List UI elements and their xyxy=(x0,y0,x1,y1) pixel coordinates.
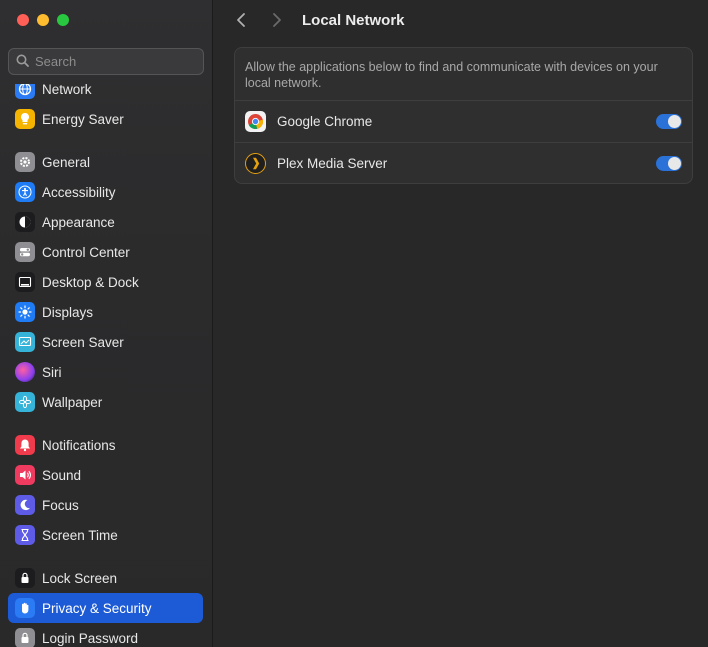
gear-icon xyxy=(15,152,35,172)
lock-icon xyxy=(15,628,35,647)
sidebar-item-label: Screen Saver xyxy=(42,334,124,350)
sidebar-item-screen-saver[interactable]: Screen Saver xyxy=(8,327,203,357)
sidebar-item-label: Accessibility xyxy=(42,184,116,200)
google-chrome-toggle[interactable] xyxy=(656,114,682,129)
forward-button[interactable] xyxy=(266,9,288,31)
app-row-plex-media-server: Plex Media Server xyxy=(235,142,692,184)
sidebar-item-label: Network xyxy=(42,84,92,97)
minimize-window-button[interactable] xyxy=(37,14,49,26)
sidebar-item-label: Login Password xyxy=(42,630,139,646)
sidebar-item-label: Appearance xyxy=(42,214,115,230)
sidebar-item-label: Privacy & Security xyxy=(42,600,152,616)
sidebar-item-label: Notifications xyxy=(42,437,116,453)
speaker-icon xyxy=(15,465,35,485)
sidebar-item-notifications[interactable]: Notifications xyxy=(8,430,203,460)
plex-icon xyxy=(245,153,266,174)
sun-icon xyxy=(15,302,35,322)
sidebar-item-label: Siri xyxy=(42,364,62,380)
search-icon xyxy=(16,54,29,70)
app-row-google-chrome: Google Chrome xyxy=(235,100,692,142)
back-button[interactable] xyxy=(230,9,252,31)
toolbar: Local Network xyxy=(214,8,708,34)
sidebar-item-wallpaper[interactable]: Wallpaper xyxy=(8,387,203,417)
plex-media-server-toggle[interactable] xyxy=(656,156,682,171)
sidebar-item-siri[interactable]: Siri xyxy=(8,357,203,387)
bell-icon xyxy=(15,435,35,455)
sidebar-item-login-password[interactable]: Login Password xyxy=(8,623,203,647)
window-controls xyxy=(17,14,69,26)
lock-screen-icon xyxy=(15,568,35,588)
main-content: Local Network Allow the applications bel… xyxy=(214,0,708,647)
accessibility-icon xyxy=(15,182,35,202)
sidebar-item-energy-saver[interactable]: Energy Saver xyxy=(8,104,203,134)
dock-icon xyxy=(15,272,35,292)
toggle-knob xyxy=(668,157,681,170)
chevron-left-icon xyxy=(237,13,245,27)
sidebar-item-privacy-security[interactable]: Privacy & Security xyxy=(8,593,203,623)
sidebar-item-label: Wallpaper xyxy=(42,394,103,410)
sidebar-item-label: Desktop & Dock xyxy=(42,274,139,290)
search-input[interactable] xyxy=(35,54,185,69)
app-name: Google Chrome xyxy=(277,114,373,129)
screen-saver-icon xyxy=(15,332,35,352)
control-center-icon xyxy=(15,242,35,262)
sidebar-item-label: Screen Time xyxy=(42,527,118,543)
sidebar-item-general[interactable]: General xyxy=(8,147,203,177)
chevron-right-icon xyxy=(273,13,281,27)
hourglass-icon xyxy=(15,525,35,545)
panel-description: Allow the applications below to find and… xyxy=(245,60,658,90)
sidebar-item-label: Lock Screen xyxy=(42,570,118,586)
toggle-knob xyxy=(668,115,681,128)
appearance-icon xyxy=(15,212,35,232)
moon-icon xyxy=(15,495,35,515)
maximize-window-button[interactable] xyxy=(57,14,69,26)
page-title: Local Network xyxy=(302,12,405,29)
sidebar: Network Energy Saver General Accessibili xyxy=(0,0,213,647)
flower-icon xyxy=(15,392,35,412)
lightbulb-icon xyxy=(15,109,35,129)
close-window-button[interactable] xyxy=(17,14,29,26)
sidebar-item-focus[interactable]: Focus xyxy=(8,490,203,520)
sidebar-item-lock-screen[interactable]: Lock Screen xyxy=(8,563,203,593)
sidebar-item-network[interactable]: Network xyxy=(8,84,203,104)
globe-icon xyxy=(15,84,35,99)
sidebar-item-desktop-dock[interactable]: Desktop & Dock xyxy=(8,267,203,297)
sidebar-item-accessibility[interactable]: Accessibility xyxy=(8,177,203,207)
hand-icon xyxy=(15,598,35,618)
local-network-panel: Allow the applications below to find and… xyxy=(234,47,693,184)
search-field[interactable] xyxy=(8,48,204,75)
sidebar-item-displays[interactable]: Displays xyxy=(8,297,203,327)
app-name: Plex Media Server xyxy=(277,156,388,171)
sidebar-item-screen-time[interactable]: Screen Time xyxy=(8,520,203,550)
sidebar-item-control-center[interactable]: Control Center xyxy=(8,237,203,267)
sidebar-item-label: Energy Saver xyxy=(42,111,124,127)
sidebar-item-sound[interactable]: Sound xyxy=(8,460,203,490)
sidebar-list[interactable]: Network Energy Saver General Accessibili xyxy=(0,84,212,647)
sidebar-item-label: Displays xyxy=(42,304,94,320)
sidebar-item-label: General xyxy=(42,154,91,170)
siri-icon xyxy=(15,362,35,382)
sidebar-item-label: Sound xyxy=(42,467,82,483)
sidebar-item-appearance[interactable]: Appearance xyxy=(8,207,203,237)
sidebar-item-label: Focus xyxy=(42,497,79,513)
sidebar-item-label: Control Center xyxy=(42,244,130,260)
chrome-icon xyxy=(245,111,266,132)
